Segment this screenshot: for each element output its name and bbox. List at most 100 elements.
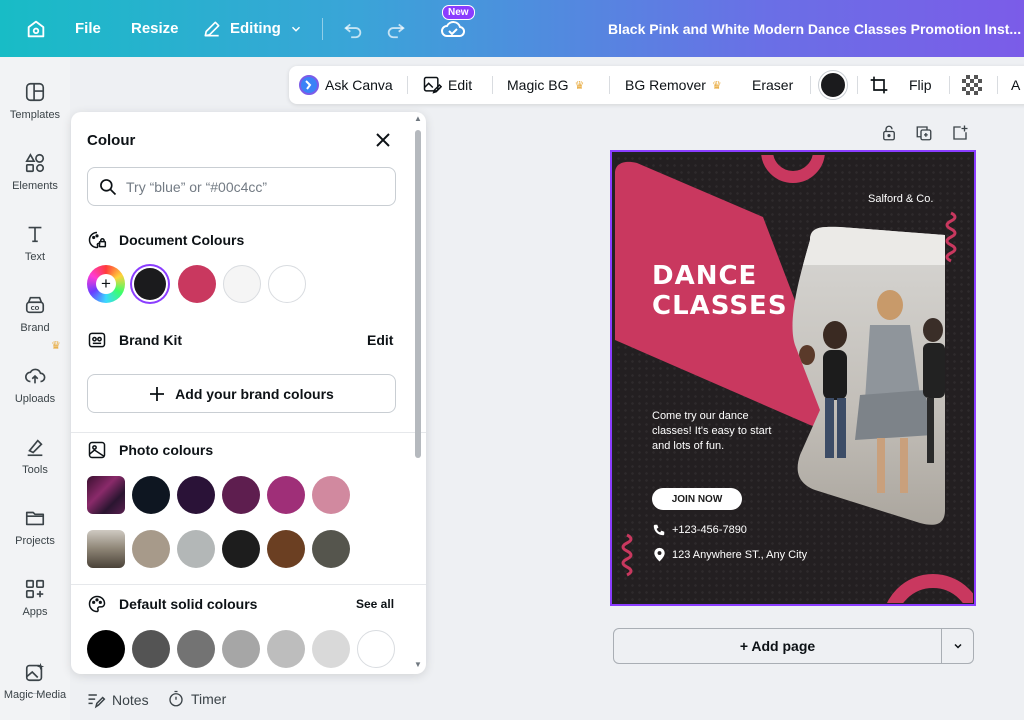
notes-label: Notes [112,692,149,708]
bg-remover-button[interactable]: BG Remover ♛ [625,66,722,104]
brand-kit-edit-link[interactable]: Edit [367,332,393,348]
pink-ring-bottom [887,574,973,603]
eraser-button[interactable]: Eraser [752,66,793,104]
divider [810,76,811,94]
plus-icon: + [96,274,116,294]
crown-icon: ♛ [574,79,585,92]
default-colour-swatch[interactable] [222,630,260,668]
upload-cloud-icon [25,368,46,384]
section-title: Document Colours [119,232,245,248]
new-badge: New [442,5,475,20]
transparency-button[interactable] [962,66,982,104]
brand-kit-icon [88,332,106,348]
document-colour-swatch[interactable] [178,265,216,303]
text-icon [28,226,42,243]
more-tools-button[interactable]: A [1011,66,1020,104]
photo-colour-swatch[interactable] [132,530,170,568]
default-colour-swatch[interactable] [267,630,305,668]
sidebar-item-uploads[interactable]: Uploads [0,365,70,405]
document-title[interactable]: Black Pink and White Modern Dance Classe… [608,0,1021,57]
dancers-photo [792,226,945,525]
add-colour-button[interactable]: + [87,265,125,303]
photo-colour-swatch[interactable] [267,476,305,514]
design-address: 123 Anywhere ST., Any City [672,549,808,561]
photo-colours-heading: Photo colours [87,440,213,460]
photo-colour-swatch[interactable] [222,476,260,514]
colour-panel: Colour Document Colours + Brand Kit Edit… [71,112,426,674]
flip-button[interactable]: Flip [909,66,932,104]
editing-mode-dropdown[interactable]: Editing [202,0,303,57]
file-menu[interactable]: File [75,0,101,57]
ask-canva-button[interactable]: Ask Canva [299,66,393,104]
photo-colour-swatch[interactable] [177,476,215,514]
timer-icon [169,690,183,707]
default-colour-swatch[interactable] [312,630,350,668]
duplicate-page-button[interactable] [915,124,933,147]
design-graphics [615,155,973,603]
close-icon[interactable] [373,130,393,150]
document-colour-swatch[interactable] [268,265,306,303]
sidebar-item-magic-media[interactable]: Magic Media [0,661,70,701]
sidebar-item-templates[interactable]: Templates [0,81,70,121]
sidebar-item-elements[interactable]: Elements [0,152,70,192]
chevron-down-icon [954,643,962,649]
panel-title: Colour [87,132,136,149]
photo-colour-swatch[interactable] [312,476,350,514]
top-bar: File Resize Editing New Black Pink and W… [0,0,1024,57]
colour-search-input[interactable] [126,178,376,195]
lock-page-button[interactable] [880,124,898,147]
edit-image-button[interactable]: Edit [422,66,472,104]
add-page-icon-button[interactable] [951,124,969,147]
photo-thumbnail[interactable] [87,530,125,568]
crop-button[interactable] [869,66,889,104]
panel-scrollbar[interactable] [415,130,421,458]
scroll-down-arrow[interactable]: ▼ [414,660,422,669]
default-colour-swatch[interactable] [132,630,170,668]
divider [997,76,998,94]
timer-button[interactable]: Timer [167,690,226,708]
apps-icon [25,579,45,599]
default-colour-swatch[interactable] [87,630,125,668]
brand-icon: CO [25,296,45,314]
location-pin-icon [654,547,665,562]
undo-button[interactable] [342,0,364,57]
add-page-dropdown[interactable] [941,629,974,663]
design-page[interactable]: Salford & Co. DANCE CLASSES Come try our… [610,150,976,606]
add-page-button[interactable]: + Add page [614,629,941,663]
sidebar-item-projects[interactable]: Projects [0,507,70,547]
photo-colour-swatch[interactable] [177,530,215,568]
photo-colour-swatch[interactable] [267,530,305,568]
sidebar-label: Uploads [14,393,56,405]
colour-picker-button[interactable] [819,66,847,104]
sidebar-item-apps[interactable]: Apps [0,578,70,618]
photo-colour-swatch[interactable] [132,476,170,514]
magic-bg-button[interactable]: Magic BG ♛ [507,66,584,104]
default-colour-swatch[interactable] [177,630,215,668]
redo-button[interactable] [385,0,407,57]
add-page-icon [953,125,968,140]
photo-thumbnail[interactable] [87,476,125,514]
sidebar-item-tools[interactable]: Tools [0,436,70,476]
sidebar-item-brand[interactable]: CO Brand [0,294,70,334]
scroll-up-arrow[interactable]: ▲ [414,114,422,123]
left-sidebar: Templates Elements Text CO Brand ♛ Uploa… [0,57,70,720]
resize-button[interactable]: Resize [131,0,179,57]
add-brand-colours-button[interactable]: Add your brand colours [87,374,396,413]
notes-button[interactable]: Notes [86,690,149,710]
colour-search [87,167,396,206]
photo-colour-swatch[interactable] [312,530,350,568]
elements-icon [25,153,45,173]
home-button[interactable] [20,0,52,57]
sidebar-item-text[interactable]: Text [0,223,70,263]
duplicate-icon [916,126,932,141]
see-all-link[interactable]: See all [356,597,394,611]
default-colour-swatch[interactable] [357,630,395,668]
section-title: Default solid colours [119,596,258,612]
document-colour-swatch[interactable] [134,268,166,300]
photo-colour-swatch[interactable] [222,530,260,568]
palette-lock-icon [88,231,107,249]
sidebar-label: Magic Media [3,689,67,701]
button-label: Magic BG [507,77,569,93]
document-colour-swatch[interactable] [223,265,261,303]
section-title: Brand Kit [119,332,182,348]
